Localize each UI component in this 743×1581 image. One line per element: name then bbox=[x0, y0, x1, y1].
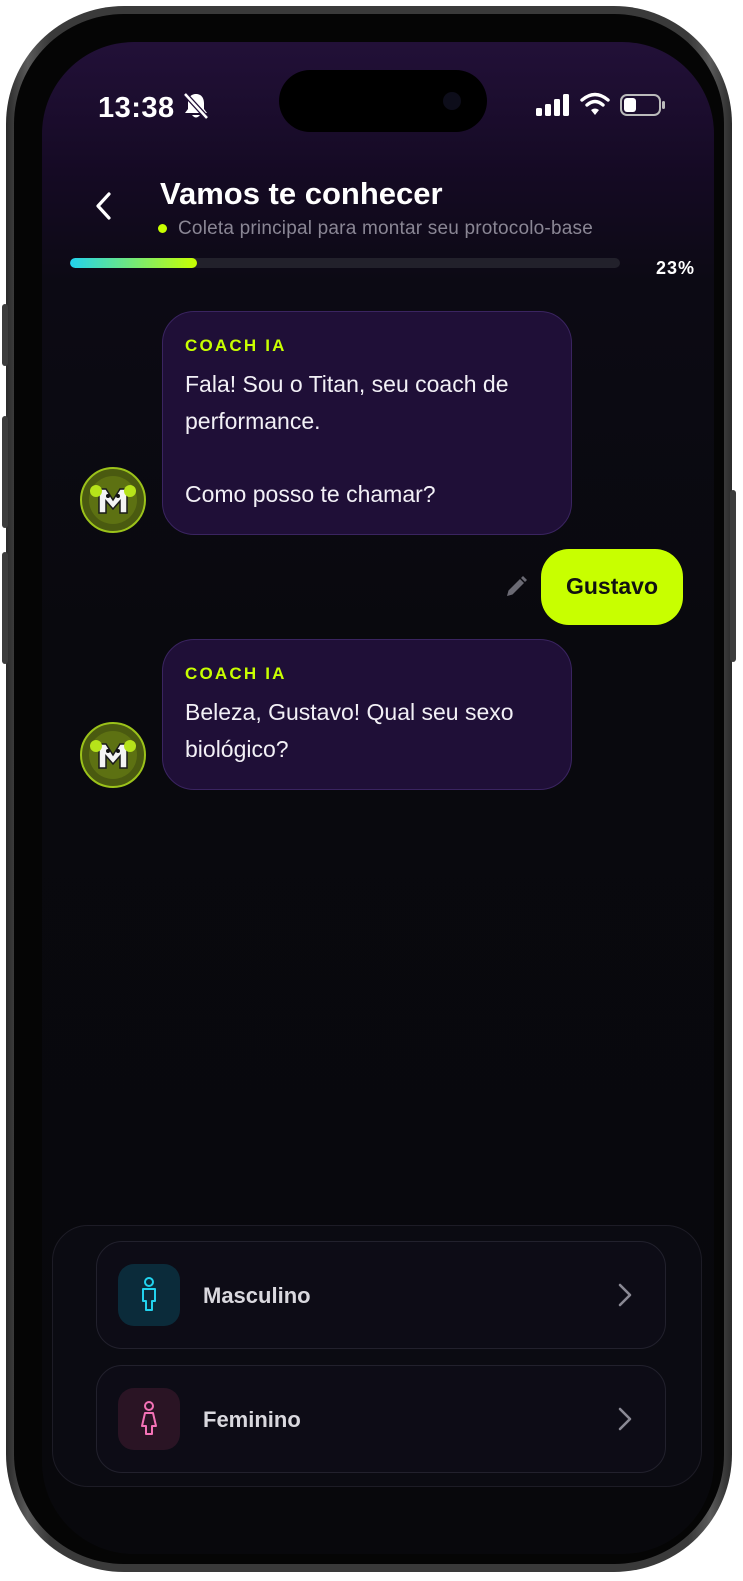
coach-avatar bbox=[80, 467, 146, 533]
progress-percent: 23% bbox=[656, 258, 696, 278]
message-line: biológico? bbox=[185, 736, 289, 762]
edit-pencil-icon[interactable] bbox=[504, 575, 528, 599]
coach-message-bubble: COACH IA Beleza, Gustavo! Qual seu sexo … bbox=[162, 639, 572, 790]
phone-frame: 13:38 Vamos te conhecer Coleta principal… bbox=[2, 6, 736, 1572]
progress-bar bbox=[70, 258, 620, 268]
option-label: Feminino bbox=[203, 1407, 301, 1432]
screen: 13:38 Vamos te conhecer Coleta principal… bbox=[42, 42, 714, 1554]
option-masculino[interactable]: Masculino bbox=[96, 1241, 666, 1349]
back-chevron-icon[interactable] bbox=[92, 191, 116, 221]
bezel: 13:38 Vamos te conhecer Coleta principal… bbox=[14, 14, 724, 1564]
progress-fill bbox=[70, 258, 197, 268]
coach-label: COACH IA bbox=[185, 664, 287, 683]
page-title: Vamos te conhecer bbox=[160, 176, 443, 211]
user-message-bubble: Gustavo bbox=[541, 549, 683, 625]
chevron-right-icon bbox=[618, 1407, 632, 1431]
bell-slash-icon bbox=[183, 92, 209, 120]
cellular-signal-icon bbox=[536, 94, 569, 116]
option-label: Masculino bbox=[203, 1283, 311, 1308]
power-button bbox=[730, 490, 736, 662]
wifi-icon bbox=[580, 92, 610, 115]
dynamic-island bbox=[279, 70, 487, 132]
mascot-icon bbox=[89, 731, 137, 779]
status-dot bbox=[158, 224, 167, 233]
coach-message-bubble: COACH IA Fala! Sou o Titan, seu coach de… bbox=[162, 311, 572, 535]
option-feminino[interactable]: Feminino bbox=[96, 1365, 666, 1473]
coach-avatar bbox=[80, 722, 146, 788]
volume-up-button bbox=[2, 416, 8, 528]
message-line: Fala! Sou o Titan, seu coach de bbox=[185, 371, 509, 397]
male-person-icon bbox=[142, 1277, 156, 1311]
message-line: Como posso te chamar? bbox=[185, 481, 436, 507]
female-person-icon bbox=[141, 1401, 157, 1435]
volume-down-button bbox=[2, 552, 8, 664]
message-line: performance. bbox=[185, 408, 321, 434]
user-message-text: Gustavo bbox=[565, 573, 659, 599]
action-button bbox=[2, 304, 8, 366]
chevron-right-icon bbox=[618, 1283, 632, 1307]
battery-icon bbox=[620, 94, 665, 116]
mascot-icon bbox=[89, 476, 137, 524]
coach-label: COACH IA bbox=[185, 336, 287, 355]
option-icon-box bbox=[118, 1264, 180, 1326]
page-subtitle: Coleta principal para montar seu protoco… bbox=[178, 218, 593, 239]
message-line: Beleza, Gustavo! Qual seu sexo bbox=[185, 699, 514, 725]
status-time: 13:38 bbox=[98, 92, 175, 124]
option-icon-box bbox=[118, 1388, 180, 1450]
